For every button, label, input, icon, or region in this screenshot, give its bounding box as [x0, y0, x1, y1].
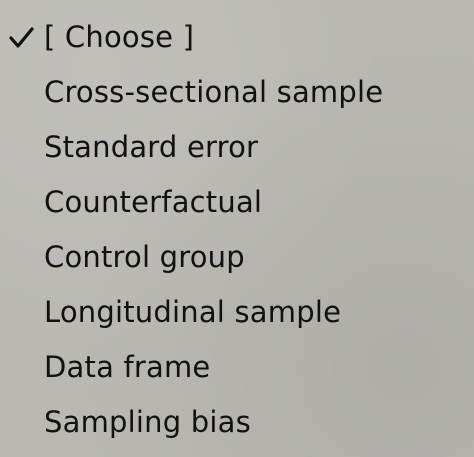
dropdown-option-control-group[interactable]: Control group [0, 230, 474, 285]
checkmark-icon [9, 26, 34, 48]
dropdown-menu: [ Choose ] Cross-sectional sample Standa… [0, 0, 474, 457]
dropdown-option-label: Sampling bias [44, 405, 251, 439]
dropdown-option-label: [ Choose ] [44, 20, 195, 54]
dropdown-option-longitudinal-sample[interactable]: Longitudinal sample [0, 285, 474, 340]
dropdown-option-label: Counterfactual [44, 185, 263, 219]
dropdown-option-counterfactual[interactable]: Counterfactual [0, 175, 474, 230]
dropdown-option-label: Standard error [44, 130, 259, 164]
dropdown-option-label: Longitudinal sample [44, 295, 342, 329]
dropdown-option-data-frame[interactable]: Data frame [0, 340, 474, 395]
dropdown-option-label: Data frame [44, 350, 211, 384]
dropdown-option-label: Control group [44, 240, 245, 274]
dropdown-option-choose[interactable]: [ Choose ] [0, 10, 474, 65]
dropdown-option-label: Cross-sectional sample [44, 75, 384, 109]
dropdown-option-cross-sectional-sample[interactable]: Cross-sectional sample [0, 65, 474, 120]
dropdown-option-sampling-bias[interactable]: Sampling bias [0, 395, 474, 450]
dropdown-option-standard-error[interactable]: Standard error [0, 120, 474, 175]
